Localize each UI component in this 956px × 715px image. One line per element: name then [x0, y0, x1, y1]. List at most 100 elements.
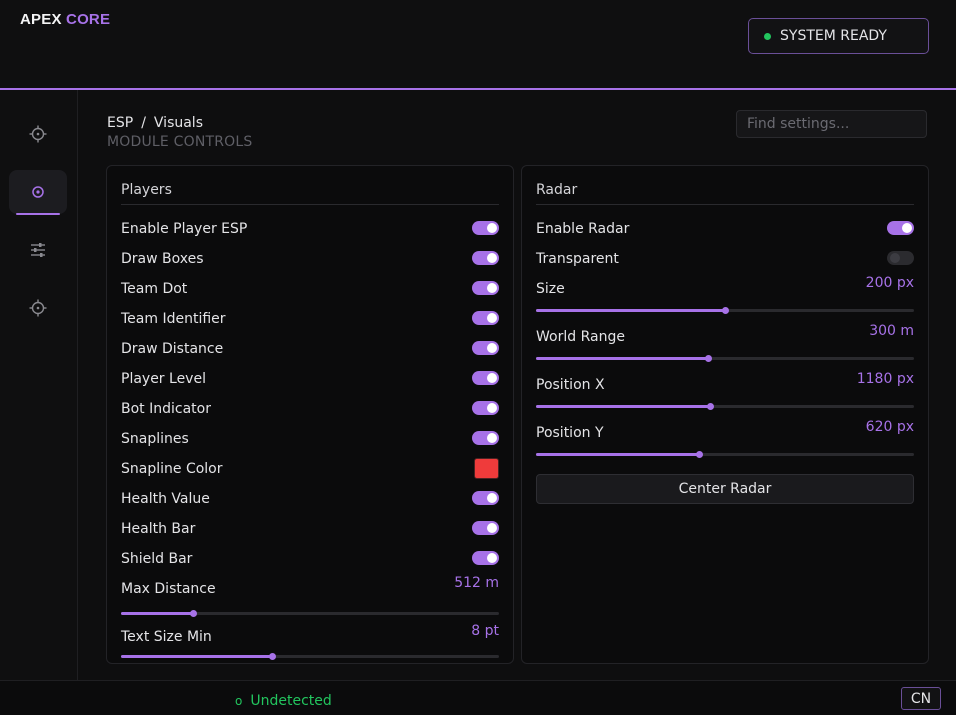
setting-label: Draw Boxes	[121, 251, 204, 267]
setting-label: Position X	[536, 377, 605, 393]
language-button[interactable]: CN	[901, 687, 941, 710]
slider-thumb[interactable]	[704, 355, 712, 362]
search-input[interactable]	[736, 110, 927, 138]
detection-status: o Undetected	[235, 693, 332, 709]
setting-row-position-x: Position X 1180 px	[536, 371, 914, 410]
max-distance-value: 512 m	[454, 575, 499, 591]
sidebar	[0, 90, 78, 680]
players-panel-title: Players	[121, 182, 172, 198]
slider-fill	[536, 357, 708, 360]
bot-indicator-toggle[interactable]	[472, 401, 499, 415]
setting-label: Enable Player ESP	[121, 221, 248, 237]
slider-thumb[interactable]	[706, 403, 714, 410]
size-slider[interactable]	[536, 307, 914, 314]
header: APEX CORE SYSTEM READY	[0, 0, 956, 88]
enable-player-esp-toggle[interactable]	[472, 221, 499, 235]
slider-thumb[interactable]	[722, 307, 729, 314]
setting-label: Health Bar	[121, 521, 196, 537]
setting-row-world-range: World Range 300 m	[536, 323, 914, 362]
breadcrumb-separator: /	[141, 115, 146, 131]
position-y-value: 620 px	[865, 419, 914, 435]
setting-label: Enable Radar	[536, 221, 630, 237]
setting-row-transparent: Transparent	[536, 249, 914, 269]
slider-fill	[536, 309, 725, 312]
setting-label: Snaplines	[121, 431, 189, 447]
setting-row-draw-boxes: Draw Boxes	[121, 249, 499, 269]
slider-fill	[536, 405, 710, 408]
team-dot-toggle[interactable]	[472, 281, 499, 295]
text-size-min-slider[interactable]	[121, 653, 499, 660]
slider-thumb[interactable]	[695, 451, 703, 458]
world-range-slider[interactable]	[536, 355, 914, 362]
setting-label: Size	[536, 281, 565, 297]
setting-row-player-level: Player Level	[121, 369, 499, 389]
player-level-toggle[interactable]	[472, 371, 499, 385]
setting-row-snapline-color: Snapline Color	[121, 458, 499, 479]
setting-row-enable-radar: Enable Radar	[536, 219, 914, 239]
detection-status-label: Undetected	[250, 693, 332, 709]
toggle-knob	[487, 343, 497, 353]
snaplines-toggle[interactable]	[472, 431, 499, 445]
setting-row-health-value: Health Value	[121, 489, 499, 509]
toggle-knob	[487, 313, 497, 323]
crosshair-icon	[29, 125, 47, 143]
crosshair-icon	[29, 299, 47, 317]
setting-row-snaplines: Snaplines	[121, 429, 499, 449]
slider-thumb[interactable]	[189, 610, 197, 617]
setting-row-position-y: Position Y 620 px	[536, 419, 914, 458]
setting-label: World Range	[536, 329, 625, 345]
transparent-toggle[interactable]	[887, 251, 914, 265]
breadcrumb: ESP / Visuals	[107, 115, 203, 131]
setting-label: Position Y	[536, 425, 604, 441]
enable-radar-toggle[interactable]	[887, 221, 914, 235]
health-bar-toggle[interactable]	[472, 521, 499, 535]
toggle-knob	[487, 253, 497, 263]
toggle-knob	[487, 283, 497, 293]
max-distance-slider[interactable]	[121, 610, 499, 617]
setting-row-health-bar: Health Bar	[121, 519, 499, 539]
health-value-toggle[interactable]	[472, 491, 499, 505]
team-identifier-toggle[interactable]	[472, 311, 499, 325]
position-y-slider[interactable]	[536, 451, 914, 458]
sidebar-item-settings[interactable]	[9, 228, 67, 272]
setting-label: Team Identifier	[121, 311, 226, 327]
toggle-knob	[487, 493, 497, 503]
toggle-knob	[487, 553, 497, 563]
toggle-knob	[487, 523, 497, 533]
sidebar-item-aim[interactable]	[9, 112, 67, 156]
toggle-knob	[487, 223, 497, 233]
setting-label: Transparent	[536, 251, 619, 267]
system-status-badge: SYSTEM READY	[748, 18, 929, 54]
setting-label: Snapline Color	[121, 461, 223, 477]
panel-divider	[121, 204, 499, 205]
breadcrumb-section[interactable]: ESP	[107, 115, 133, 131]
sidebar-item-misc[interactable]	[9, 286, 67, 330]
status-circle-icon: o	[235, 694, 243, 708]
draw-distance-toggle[interactable]	[472, 341, 499, 355]
setting-row-shield-bar: Shield Bar	[121, 549, 499, 569]
center-radar-button[interactable]: Center Radar	[536, 474, 914, 504]
radar-panel-title: Radar	[536, 182, 578, 198]
setting-row-team-dot: Team Dot	[121, 279, 499, 299]
draw-boxes-toggle[interactable]	[472, 251, 499, 265]
size-value: 200 px	[865, 275, 914, 291]
setting-row-max-distance: Max Distance 512 m	[121, 575, 499, 617]
setting-label: Draw Distance	[121, 341, 224, 357]
position-x-slider[interactable]	[536, 403, 914, 410]
slider-thumb[interactable]	[269, 653, 277, 660]
setting-label: Player Level	[121, 371, 206, 387]
setting-row-enable-player-esp: Enable Player ESP	[121, 219, 499, 239]
shield-bar-toggle[interactable]	[472, 551, 499, 565]
position-x-value: 1180 px	[856, 371, 914, 387]
snapline-color-swatch[interactable]	[474, 458, 499, 479]
breadcrumb-page: Visuals	[153, 115, 203, 131]
footer: o Undetected CN	[0, 680, 956, 715]
slider-fill	[121, 612, 193, 615]
setting-label: Max Distance	[121, 581, 216, 597]
sidebar-item-esp[interactable]	[9, 170, 67, 215]
system-status-label: SYSTEM READY	[780, 28, 887, 44]
setting-label: Health Value	[121, 491, 210, 507]
toggle-knob	[487, 373, 497, 383]
header-divider	[0, 88, 956, 90]
world-range-value: 300 m	[869, 323, 914, 339]
